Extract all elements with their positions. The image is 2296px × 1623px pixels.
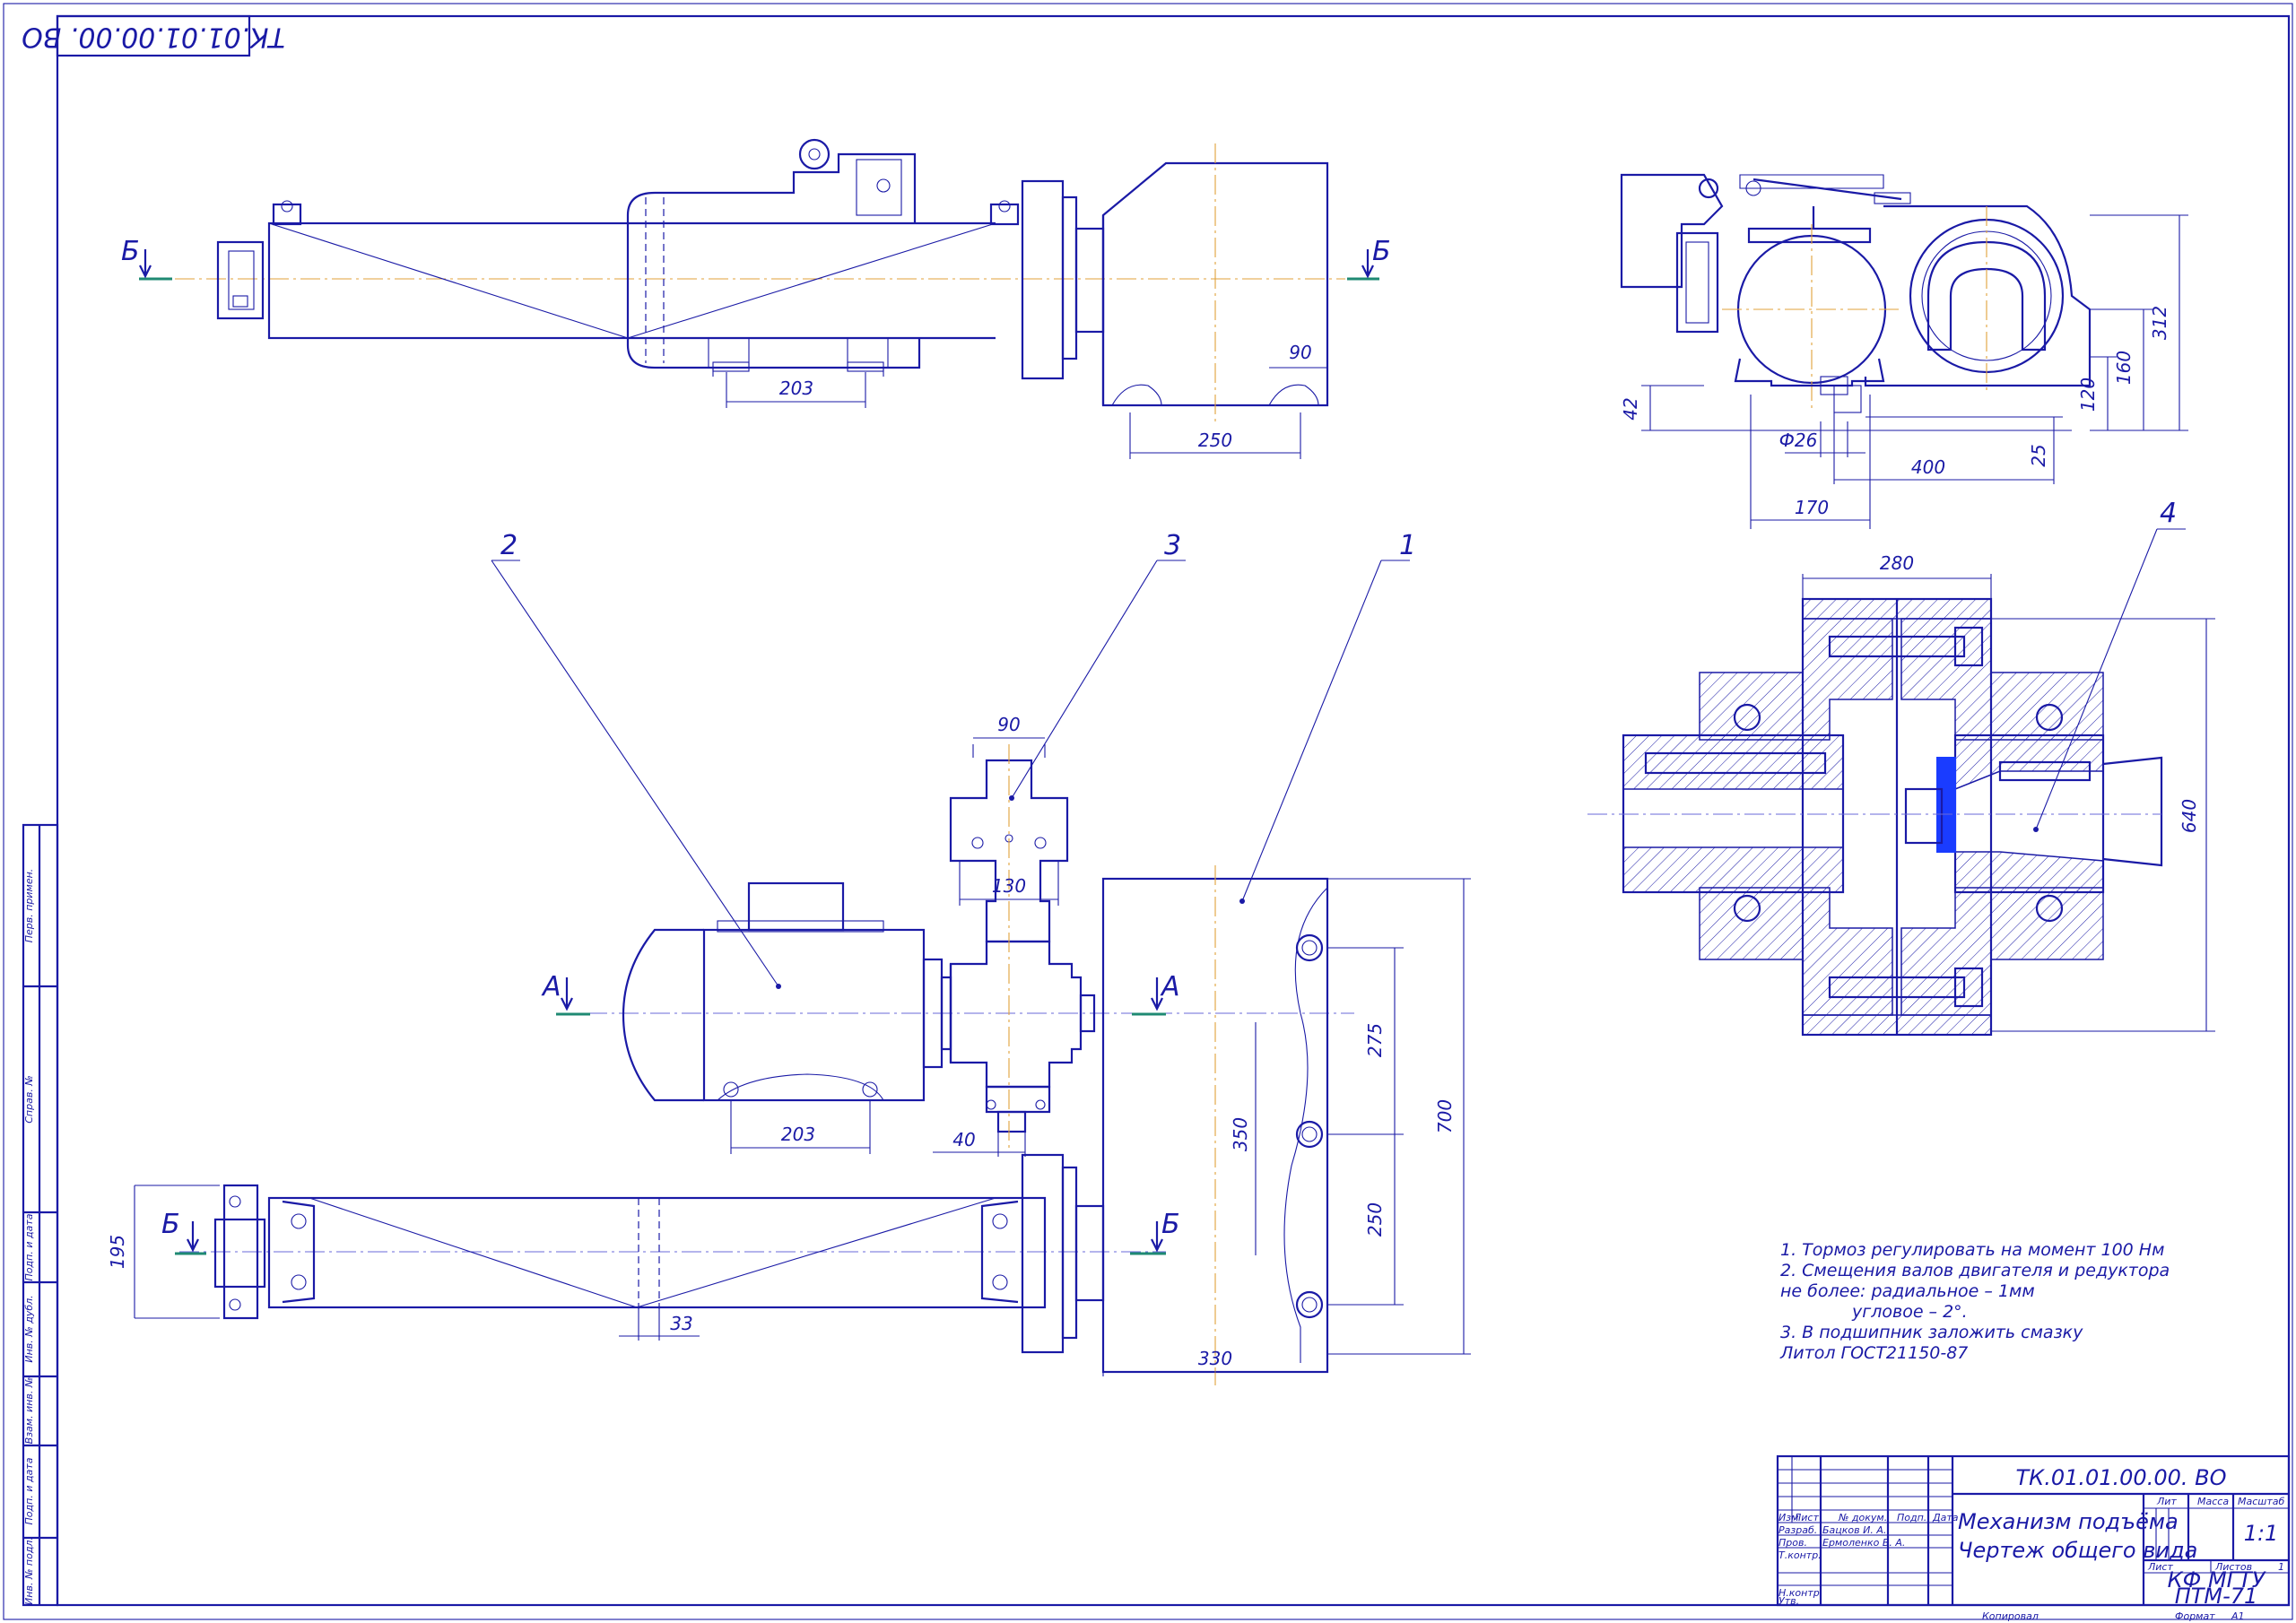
side-view: 312 160 120 42 25 400 170 Ф26 (1620, 173, 2188, 529)
stamp-role-1: Разраб. (1779, 1524, 1817, 1536)
middle-view: А А 90 130 203 40 275 250 350 700 330 (541, 714, 1471, 1385)
side-stamp-2: Справ. № (23, 1075, 35, 1124)
stamp-col-list: Лист (1793, 1512, 1819, 1523)
dim-mid-40: 40 (952, 1129, 975, 1150)
part-label-3: 3 (1164, 530, 1181, 561)
part-label-1: 1 (1399, 530, 1416, 561)
lit-label: Лит (2156, 1496, 2177, 1507)
scale-value: 1:1 (2244, 1521, 2279, 1546)
dim-top-250: 250 (1198, 430, 1232, 451)
note-line-5: 3. В подшипник заложить смазку (1780, 1323, 2083, 1342)
group: ПТМ-71 (2175, 1584, 2258, 1609)
note-line-1: 1. Тормоз регулировать на момент 100 Нм (1780, 1240, 2164, 1260)
section-a-right: А (1160, 971, 1180, 1002)
side-stamp-3: Подп. и дата (23, 1213, 35, 1280)
copied-label: Копировал (1982, 1610, 2039, 1622)
dim-cpl-280: 280 (1880, 552, 1914, 574)
side-stamp-1: Перв. примен. (23, 869, 35, 943)
side-stamp-6: Подп. и дата (23, 1457, 35, 1524)
dim-right-160: 160 (2113, 351, 2135, 385)
section-a-left: А (541, 971, 561, 1002)
dim-right-120: 120 (2077, 378, 2099, 412)
code-stamp-text: ТК.01.01.00.00. ВО (22, 22, 285, 53)
scale-label: Масштаб (2238, 1496, 2284, 1507)
stamp-role-3: Т.контр. (1779, 1549, 1822, 1561)
part-leaders: 2 3 1 4 (491, 498, 2186, 989)
stamp-col-doc: № докум. (1838, 1512, 1887, 1523)
dim-bot-33: 33 (670, 1313, 692, 1334)
note-line-4: угловое – 2°. (1851, 1302, 1968, 1322)
sheets-count: 1 (2278, 1561, 2284, 1573)
coupling-section: 280 640 (1587, 552, 2215, 1037)
title-block-name: Механизм подъёма (1958, 1509, 2179, 1534)
note-line-6: Литол ГОСТ21150-87 (1779, 1343, 1968, 1363)
bottom-view: Б Б 195 33 (107, 1153, 1180, 1354)
dim-mid-330: 330 (1198, 1348, 1232, 1369)
section-b-bottom-left: Б (161, 1209, 180, 1240)
section-b-left: Б (121, 236, 140, 267)
note-line-2: 2. Смещения валов двигателя и редуктора (1780, 1261, 2170, 1280)
section-b-right: Б (1372, 236, 1391, 267)
part-label-2: 2 (500, 530, 517, 561)
dim-right-400: 400 (1911, 456, 1945, 478)
stamp-name-1: Бацков И. А. (1822, 1524, 1886, 1536)
side-stamp-7: Инв. № подл. (23, 1537, 35, 1605)
dim-right-312: 312 (2149, 306, 2170, 340)
title-block-subtitle: Чертеж общего вида (1958, 1538, 2197, 1563)
dim-mid-250: 250 (1364, 1202, 1386, 1237)
dim-bot-195: 195 (107, 1235, 128, 1269)
dim-top-203: 203 (779, 378, 813, 399)
side-stamp-5: Взам. инв. № (23, 1377, 35, 1445)
code-stamp-rotated: ТК.01.01.00.00. ВО (22, 14, 285, 57)
top-view: Б Б 203 90 250 (121, 138, 1391, 459)
dim-right-170: 170 (1795, 497, 1829, 518)
format-label: Формат (2175, 1610, 2215, 1622)
technical-notes: 1. Тормоз регулировать на момент 100 Нм … (1779, 1240, 2170, 1363)
section-b-bottom-right: Б (1161, 1209, 1180, 1240)
dim-mid-700: 700 (1434, 1099, 1456, 1133)
stamp-col-date: Дата (1932, 1512, 1959, 1523)
stamp-role-6: Утв. (1779, 1595, 1799, 1607)
dim-mid-275: 275 (1364, 1023, 1386, 1057)
drawing-sheet: ТК.01.01.00.00. ВО Перв. примен. Справ. … (3, 3, 2293, 1622)
stamp-role-2: Пров. (1779, 1537, 1807, 1549)
mass-label: Масса (2197, 1496, 2229, 1507)
dim-cpl-640: 640 (2179, 799, 2200, 833)
dim-right-d26: Ф26 (1779, 430, 1818, 451)
stamp-col-sign: Подп. (1897, 1512, 1926, 1523)
dim-mid-203: 203 (781, 1124, 815, 1145)
dim-right-25: 25 (2028, 444, 2049, 466)
title-block: Изм Лист № докум. Подп. Дата Разраб. Бац… (1776, 1454, 2291, 1622)
dim-mid-350: 350 (1230, 1117, 1251, 1151)
dim-top-90: 90 (1289, 342, 1311, 363)
side-stamp-column: Перв. примен. Справ. № Подп. и дата Инв.… (22, 823, 59, 1607)
note-line-3: не более: радиальное – 1мм (1780, 1281, 2035, 1301)
title-block-code: ТК.01.01.00.00. ВО (2016, 1465, 2227, 1490)
side-stamp-4: Инв. № дубл. (23, 1295, 35, 1362)
dim-right-42: 42 (1620, 397, 1641, 420)
stamp-name-2: Ермоленко В. А. (1822, 1537, 1905, 1549)
part-label-4: 4 (2160, 498, 2177, 529)
format-value: А1 (2231, 1610, 2245, 1622)
dim-mid-130: 130 (992, 875, 1026, 897)
dim-mid-90: 90 (997, 714, 1020, 735)
